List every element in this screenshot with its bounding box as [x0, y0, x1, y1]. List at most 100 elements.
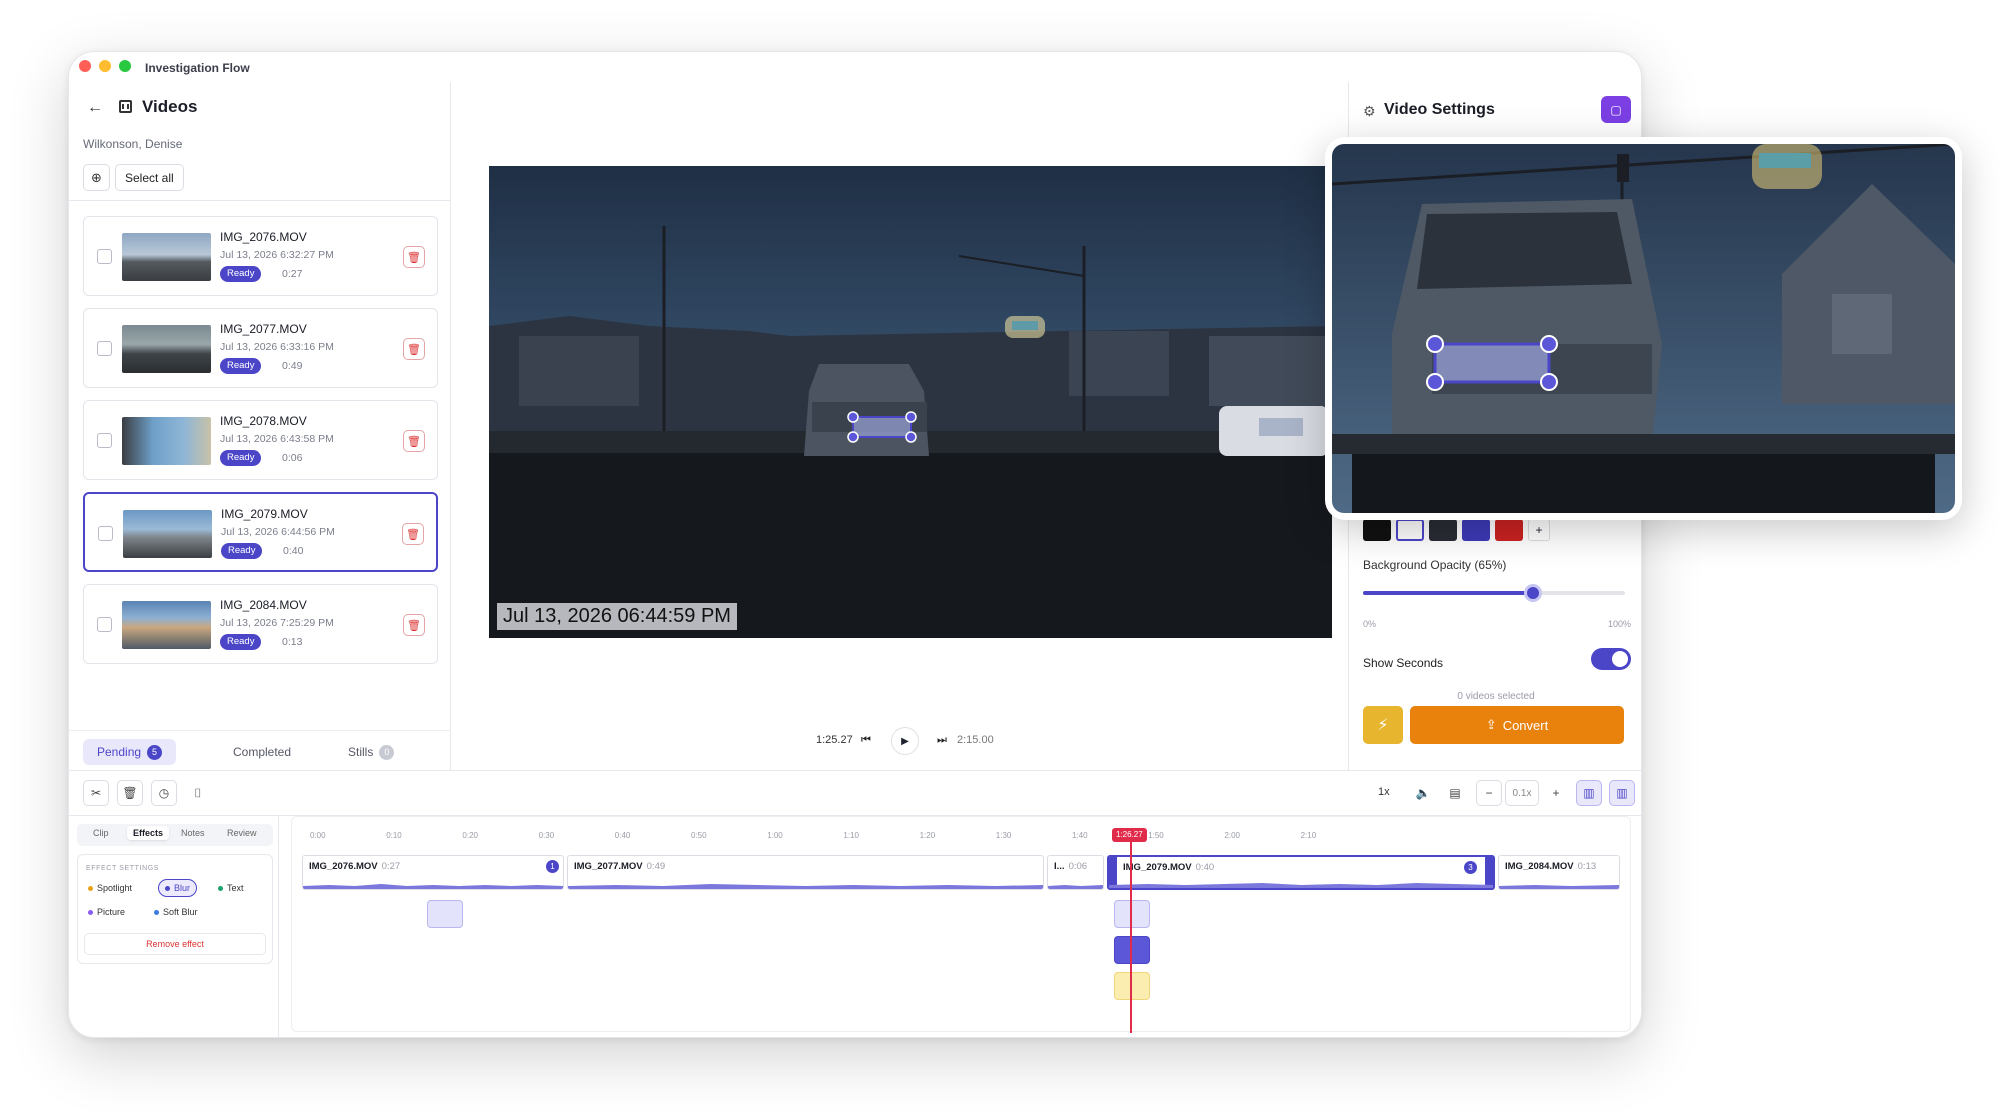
add-color-button[interactable]: +: [1528, 519, 1550, 541]
total-time: 2:15.00: [957, 734, 994, 746]
zoom-out-button[interactable]: −: [1476, 780, 1502, 806]
title-bar: Investigation Flow: [69, 52, 1641, 82]
show-seconds-toggle[interactable]: [1591, 648, 1631, 670]
timeline-clip[interactable]: I... 0:06: [1047, 855, 1104, 890]
video-checkbox[interactable]: [97, 249, 112, 264]
convert-button[interactable]: ⇪ Convert: [1410, 706, 1624, 744]
color-swatch-white[interactable]: [1396, 519, 1424, 541]
clip-name: IMG_2079.MOV 0:40: [1123, 862, 1214, 873]
timeline-clip[interactable]: IMG_2084.MOV 0:13: [1498, 855, 1620, 890]
spotlight-effect-block[interactable]: [1114, 972, 1150, 1000]
color-swatch-red[interactable]: [1495, 519, 1523, 541]
effect-chip-text[interactable]: Text: [212, 879, 250, 897]
select-all-button[interactable]: Select all: [115, 164, 184, 191]
selected-count-text: 0 videos selected: [1457, 691, 1535, 702]
clock-icon[interactable]: ◷: [151, 780, 177, 806]
trash-icon[interactable]: 🗑: [117, 780, 143, 806]
scissors-icon[interactable]: ✂: [83, 780, 109, 806]
zoom-level: 0.1x: [1505, 780, 1539, 806]
volume-icon[interactable]: 🔈: [1410, 780, 1436, 806]
effect-chip-picture[interactable]: Picture: [82, 903, 131, 921]
skip-forward-icon[interactable]: ⏭: [937, 734, 947, 747]
opacity-slider[interactable]: [1363, 584, 1625, 602]
playhead[interactable]: [1130, 829, 1132, 1033]
tab-effects[interactable]: Effects: [127, 826, 170, 840]
color-swatch-indigo[interactable]: [1462, 519, 1490, 541]
remove-effect-button[interactable]: Remove effect: [84, 933, 266, 955]
color-swatch-black[interactable]: [1363, 519, 1391, 541]
effect-chip-soft-blur[interactable]: Soft Blur: [148, 903, 204, 921]
status-badge: Ready: [220, 266, 262, 282]
effect-keyframe[interactable]: [1114, 900, 1150, 928]
close-window-button[interactable]: [79, 60, 91, 72]
audio-waveform: [303, 884, 563, 889]
timeline-clip[interactable]: IMG_2076.MOV 0:27 1: [302, 855, 564, 890]
color-swatch-dark[interactable]: [1429, 519, 1457, 541]
playback-speed[interactable]: 1x: [1378, 786, 1390, 798]
clip-name: IMG_2076.MOV 0:27: [309, 861, 400, 872]
clip-title: IMG_2076.MOV: [309, 861, 378, 872]
video-thumbnail: [122, 325, 211, 373]
audio-waveform: [568, 884, 1043, 889]
video-card[interactable]: IMG_2084.MOV Jul 13, 2026 7:25:29 PM Rea…: [83, 584, 438, 664]
effect-keyframe[interactable]: [427, 900, 463, 928]
zoom-in-button[interactable]: +: [1543, 780, 1569, 806]
video-card[interactable]: IMG_2078.MOV Jul 13, 2026 6:43:58 PM Rea…: [83, 400, 438, 480]
timeline-tick: 1:20: [919, 831, 936, 840]
video-preview[interactable]: Jul 13, 2026 06:44:59 PM: [489, 166, 1332, 638]
play-button[interactable]: ▶: [891, 727, 919, 755]
tab-clip[interactable]: Clip: [93, 828, 109, 838]
videos-sidebar: ← Videos Wilkonson, Denise ⊕ Select all …: [69, 82, 451, 770]
effect-chip-spotlight[interactable]: Spotlight: [82, 879, 138, 897]
add-file-button[interactable]: ⊕: [83, 164, 110, 191]
effect-chip-blur[interactable]: Blur: [158, 879, 198, 897]
panel-right-icon[interactable]: ▥: [1609, 780, 1635, 806]
minimize-window-button[interactable]: [99, 60, 111, 72]
delete-icon[interactable]: 🗑: [403, 246, 425, 268]
effects-tabs: Clip Effects Notes Review: [77, 824, 273, 846]
video-card[interactable]: IMG_2077.MOV Jul 13, 2026 6:33:16 PM Rea…: [83, 308, 438, 388]
effects-panel: Clip Effects Notes Review EFFECT SETTING…: [69, 816, 279, 1037]
tab-review[interactable]: Review: [227, 828, 257, 838]
tab-completed[interactable]: Completed: [219, 739, 305, 765]
tab-pending[interactable]: Pending 5: [83, 739, 177, 765]
case-subject-name: Wilkonson, Denise: [83, 137, 183, 151]
tab-stills[interactable]: Stills 0: [334, 739, 408, 765]
timeline-clip[interactable]: IMG_2077.MOV 0:49: [567, 855, 1044, 890]
effect-settings-box: EFFECT SETTINGS Spotlight Blur Text Pict…: [77, 854, 273, 964]
skip-back-icon[interactable]: ⏮: [861, 734, 871, 747]
tab-notes[interactable]: Notes: [181, 828, 205, 838]
timeline-clip-selected[interactable]: IMG_2079.MOV 0:40 3: [1107, 855, 1495, 890]
video-checkbox[interactable]: [97, 341, 112, 356]
video-thumbnail: [122, 601, 211, 649]
delete-icon[interactable]: 🗑: [403, 430, 425, 452]
timeline[interactable]: 0:00 0:10 0:20 0:30 0:40 0:50 1:00 1:10 1:20 1:30…: [291, 816, 1635, 1037]
video-date: Jul 13, 2026 6:33:16 PM: [220, 341, 334, 353]
camera-icon[interactable]: ⌷: [185, 780, 211, 806]
video-checkbox[interactable]: [98, 526, 113, 541]
video-card-selected[interactable]: IMG_2079.MOV Jul 13, 2026 6:44:56 PM Rea…: [83, 492, 438, 572]
panel-left-icon[interactable]: ▥: [1576, 780, 1602, 806]
clip-title: IMG_2079.MOV: [1123, 862, 1192, 873]
slider-max-label: 100%: [1607, 619, 1631, 629]
video-date: Jul 13, 2026 6:32:27 PM: [220, 249, 334, 261]
video-checkbox[interactable]: [97, 617, 112, 632]
maximize-window-button[interactable]: [119, 60, 131, 72]
video-checkbox[interactable]: [97, 433, 112, 448]
chat-button[interactable]: ▢: [1601, 96, 1631, 123]
delete-icon[interactable]: 🗑: [402, 523, 424, 545]
clip-duration: 0:27: [381, 861, 401, 872]
blur-effect-block[interactable]: [1114, 936, 1150, 964]
back-arrow-icon[interactable]: ←: [87, 99, 103, 117]
current-time: 1:25.27: [816, 734, 853, 746]
delete-icon[interactable]: 🗑: [403, 614, 425, 636]
document-icon[interactable]: ▤: [1442, 780, 1468, 806]
chip-dot: [165, 885, 170, 891]
opacity-slider-thumb[interactable]: [1524, 584, 1543, 602]
video-date: Jul 13, 2026 6:43:58 PM: [220, 433, 334, 445]
video-card[interactable]: IMG_2076.MOV Jul 13, 2026 6:32:27 PM Rea…: [83, 216, 438, 296]
timeline-track-area: 0:00 0:10 0:20 0:30 0:40 0:50 1:00 1:10 1:20 1:30…: [291, 816, 1631, 1033]
quick-convert-button[interactable]: ⚡: [1363, 706, 1403, 744]
delete-icon[interactable]: 🗑: [403, 338, 425, 360]
chip-dot: [154, 909, 159, 915]
